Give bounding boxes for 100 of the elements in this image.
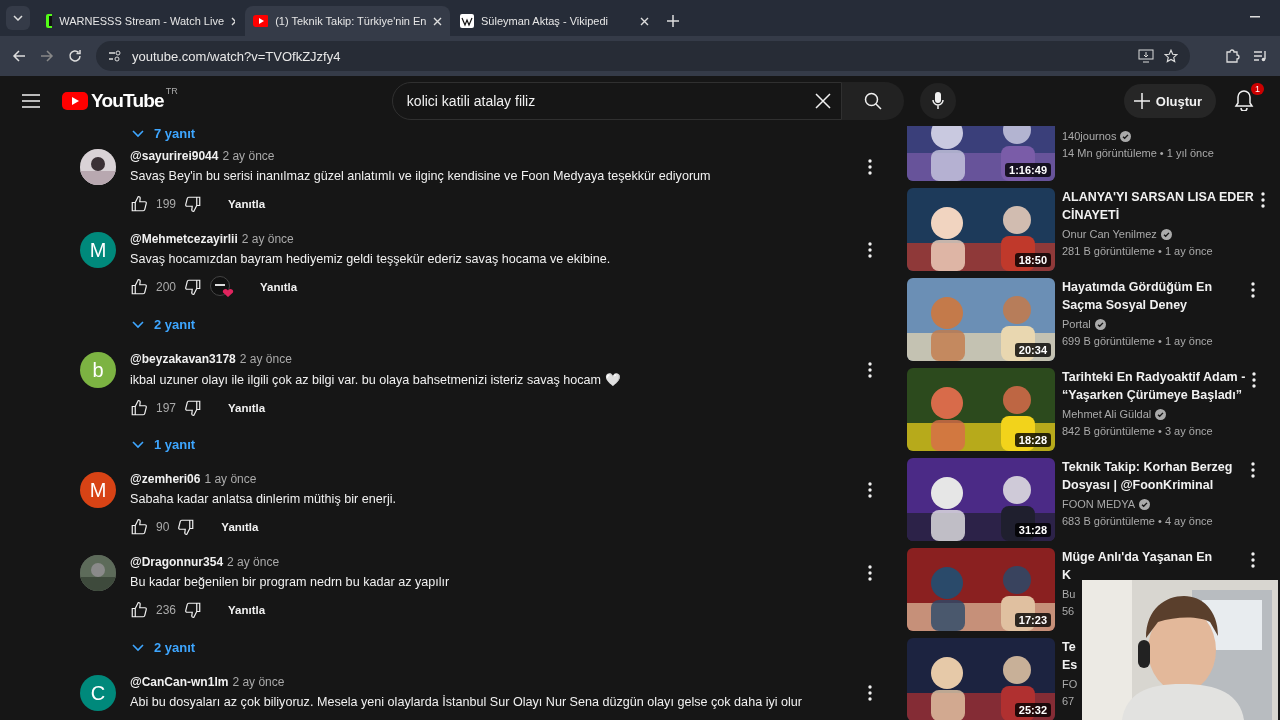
video-thumbnail[interactable]: 20:34	[907, 278, 1055, 361]
avatar[interactable]: M	[80, 472, 116, 508]
comment-author[interactable]: @CanCan-wn1lm	[130, 675, 229, 689]
browser-tab[interactable]: Süleyman Aktaş - Vikipedi	[452, 6, 657, 36]
menu-icon[interactable]	[22, 94, 40, 108]
video-stats: 281 B görüntüleme • 1 ay önce	[1062, 244, 1213, 259]
video-title[interactable]: “Yaşarken Çürümeye Başladı”	[1062, 386, 1242, 404]
forward-icon[interactable]	[40, 49, 54, 63]
more-icon[interactable]	[868, 685, 872, 701]
thumbs-up-icon[interactable]	[130, 601, 148, 619]
video-title[interactable]: Hayatımda Gördüğüm En	[1062, 278, 1213, 296]
more-icon[interactable]	[868, 362, 872, 378]
video-thumbnail[interactable]: 31:28	[907, 458, 1055, 541]
channel-name[interactable]: 140journos	[1062, 128, 1117, 144]
more-icon[interactable]	[868, 159, 872, 175]
video-title[interactable]: Saçma Sosyal Deney	[1062, 296, 1188, 314]
comment-time[interactable]: 1 ay önce	[204, 472, 257, 486]
bell-icon[interactable]	[1234, 89, 1254, 111]
video-thumbnail[interactable]: 18:50	[907, 188, 1055, 271]
avatar[interactable]	[80, 149, 116, 185]
channel-name[interactable]: Portal	[1062, 316, 1091, 332]
more-icon[interactable]	[868, 565, 872, 581]
channel-name[interactable]: FOON MEDYA	[1062, 496, 1136, 512]
replies-link[interactable]: 2 yanıt	[132, 317, 196, 332]
voice-search-button[interactable]	[919, 83, 956, 119]
new-tab-icon[interactable]	[667, 15, 679, 27]
more-icon[interactable]	[1260, 192, 1265, 208]
video-title[interactable]: CİNAYETİ	[1062, 206, 1120, 224]
tab-list-button[interactable]	[6, 6, 30, 30]
minimize-icon[interactable]	[1250, 16, 1260, 18]
video-thumbnail[interactable]: 18:28	[907, 368, 1055, 451]
address-bar[interactable]: youtube.com/watch?v=TVOfkZJzfy4	[96, 41, 1190, 71]
video-title[interactable]: K	[1062, 566, 1072, 584]
site-settings-icon[interactable]	[108, 50, 122, 62]
more-icon[interactable]	[1251, 552, 1255, 568]
thumbs-up-icon[interactable]	[130, 195, 148, 213]
thumbs-up-icon[interactable]	[130, 518, 148, 536]
media-icon[interactable]	[1254, 50, 1268, 62]
replies-link[interactable]: 1 yanıt	[132, 437, 196, 452]
extensions-icon[interactable]	[1224, 48, 1240, 64]
browser-tab[interactable]: WARNESSS Stream - Watch Live	[38, 6, 243, 36]
comment-time[interactable]: 2 ay önce	[232, 675, 285, 689]
back-icon[interactable]	[12, 49, 26, 63]
video-thumbnail[interactable]: 25:32	[907, 638, 1055, 720]
star-icon[interactable]	[1164, 49, 1178, 63]
avatar[interactable]: M	[80, 232, 116, 268]
comment-author[interactable]: @zemheri06	[130, 472, 201, 486]
create-button[interactable]: Oluştur	[1123, 84, 1216, 118]
channel-name[interactable]: Onur Can Yenilmez	[1062, 226, 1157, 242]
more-icon[interactable]	[868, 482, 872, 498]
reply-button[interactable]: Yanıtla	[228, 402, 266, 414]
chevron-down-icon	[132, 440, 144, 449]
comment-time[interactable]: 2 ay önce	[227, 555, 280, 569]
comment-author[interactable]: @sayurirei9044	[130, 149, 219, 163]
thumbs-up-icon[interactable]	[130, 399, 148, 417]
reply-button[interactable]: Yanıtla	[260, 281, 298, 293]
notification-badge: 1	[1251, 83, 1264, 95]
video-title[interactable]: Es	[1062, 656, 1078, 674]
more-icon[interactable]	[1251, 282, 1255, 298]
thumbs-down-icon[interactable]	[184, 195, 203, 213]
video-title[interactable]: Tarihteki En Radyoaktif Adam -	[1062, 368, 1246, 386]
video-title[interactable]: Te	[1062, 638, 1076, 656]
browser-tab[interactable]: (1) Teknik Takip: Türkiye'nin En	[245, 6, 450, 36]
video-title[interactable]: Teknik Takip: Korhan Berzeg	[1062, 458, 1233, 476]
comment-time[interactable]: 2 ay önce	[239, 352, 292, 366]
play-logo-icon[interactable]	[62, 92, 88, 110]
channel-name[interactable]: FO	[1062, 676, 1078, 692]
chevron-down-icon	[132, 320, 144, 329]
video-thumbnail[interactable]: 17:23	[907, 548, 1055, 631]
avatar[interactable]	[80, 555, 116, 591]
comment-author[interactable]: @beyzakavan3178	[130, 352, 236, 366]
install-icon[interactable]	[1138, 49, 1154, 63]
thumbs-down-icon[interactable]	[177, 518, 196, 536]
comment-time[interactable]: 2 ay önce	[222, 149, 275, 163]
thumbs-down-icon[interactable]	[184, 278, 203, 296]
video-title[interactable]: Müge Anlı'da Yaşanan En	[1062, 548, 1213, 566]
reload-icon[interactable]	[68, 49, 82, 63]
comment-time[interactable]: 2 ay önce	[241, 232, 294, 246]
comment-author[interactable]: @Dragonnur354	[130, 555, 224, 569]
search-button[interactable]	[841, 82, 904, 120]
replies-link[interactable]: 7 yanıt	[132, 126, 196, 141]
reply-button[interactable]: Yanıtla	[228, 604, 266, 616]
reply-button[interactable]: Yanıtla	[221, 521, 259, 533]
reply-button[interactable]: Yanıtla	[228, 198, 266, 210]
video-thumbnail[interactable]: 1:16:49	[907, 126, 1055, 181]
thumbs-down-icon[interactable]	[184, 601, 203, 619]
logo-text[interactable]: YouTube	[91, 90, 164, 112]
replies-link[interactable]: 2 yanıt	[132, 640, 196, 655]
like-count: 200	[156, 280, 177, 294]
avatar[interactable]: C	[80, 675, 116, 711]
video-title[interactable]: Dosyası | @FoonKriminal	[1062, 476, 1214, 494]
comment-author[interactable]: @Mehmetcezayirlii	[130, 232, 238, 246]
more-icon[interactable]	[1251, 462, 1255, 478]
thumbs-up-icon[interactable]	[130, 278, 148, 296]
channel-name[interactable]: Mehmet Ali Güldal	[1062, 406, 1152, 422]
more-icon[interactable]	[868, 242, 872, 258]
thumbs-down-icon[interactable]	[184, 399, 203, 417]
video-title[interactable]: ALANYA'YI SARSAN LISA EDER	[1062, 188, 1254, 206]
more-icon[interactable]	[1252, 372, 1257, 388]
channel-name[interactable]: Bu	[1062, 586, 1076, 602]
